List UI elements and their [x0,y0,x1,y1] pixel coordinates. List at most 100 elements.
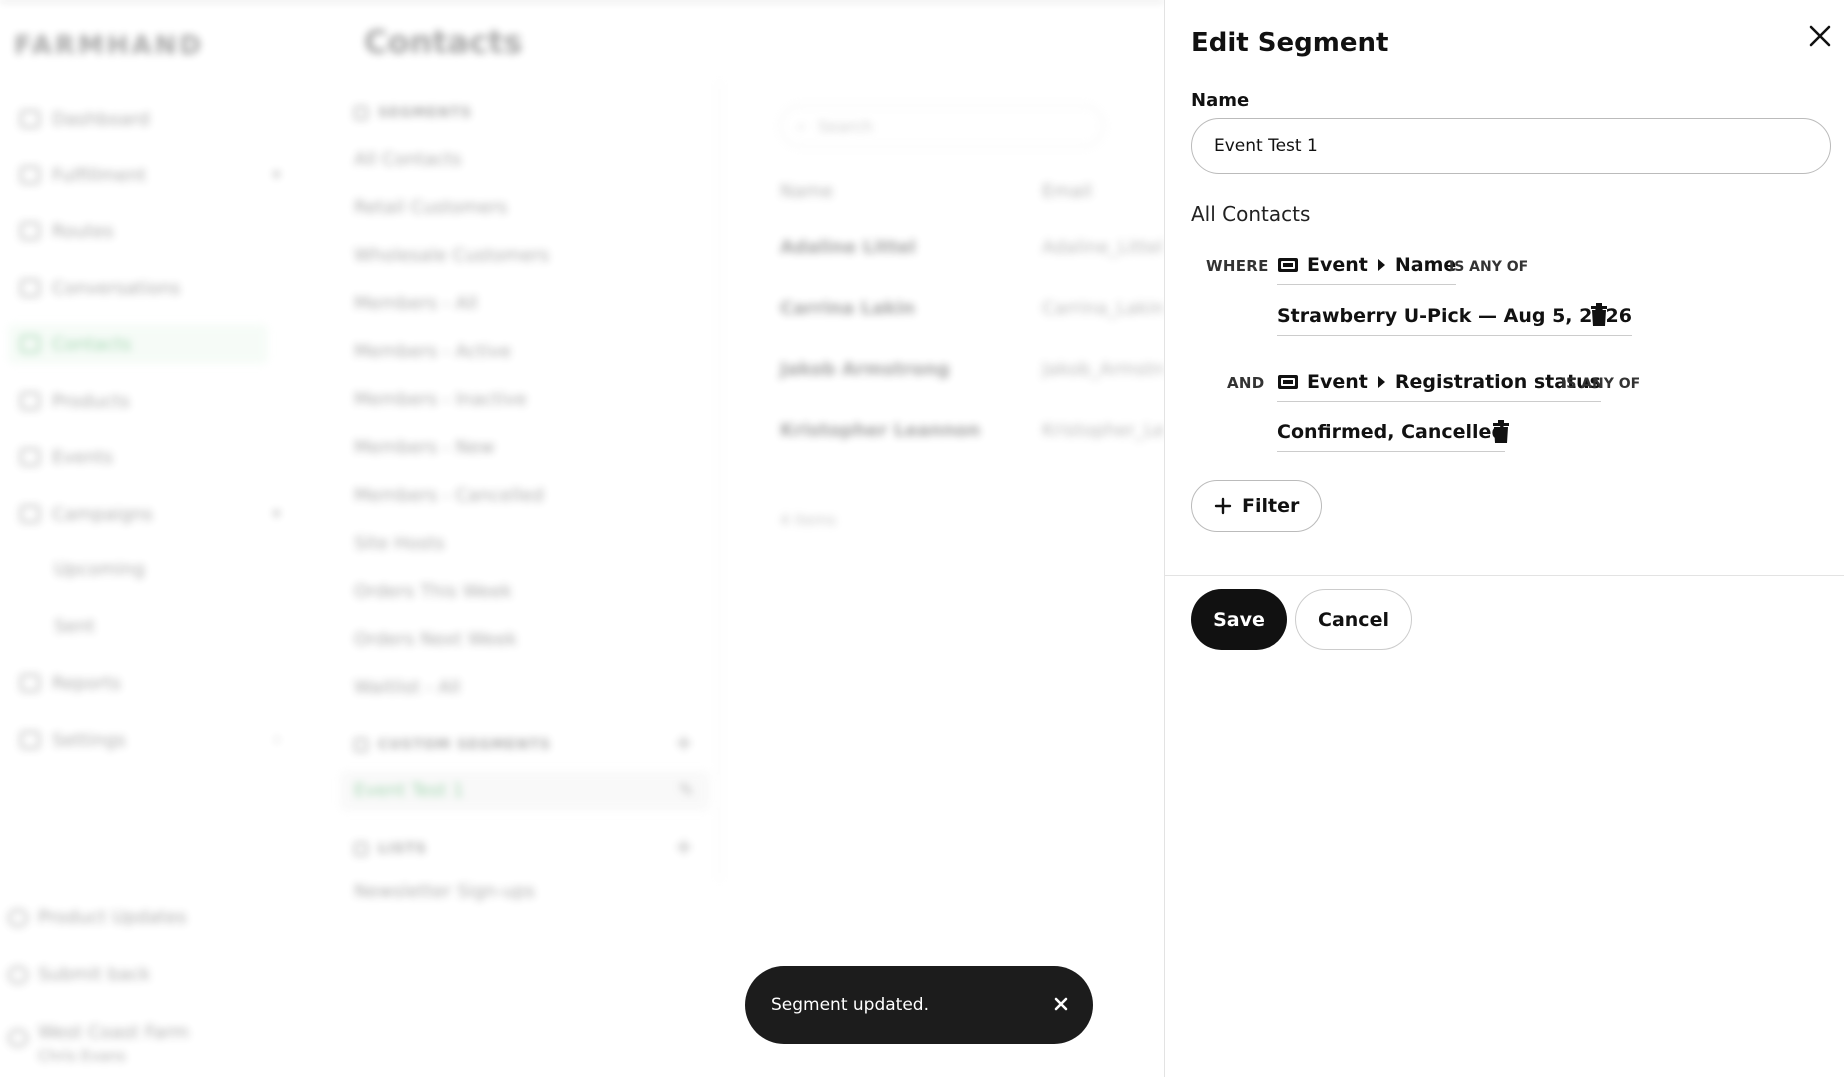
column-header-name[interactable]: Name [780,181,833,202]
chevron-right-icon: › [274,732,280,748]
condition-value-selector[interactable]: Strawberry U-Pick — Aug 5, 2026 [1277,305,1632,336]
add-list-icon[interactable]: + [675,835,693,860]
account-farm-name: West Coast Farm [38,1022,190,1043]
feedback-icon [8,965,28,984]
nav-item-dashboard[interactable]: Dashboard [20,99,280,139]
nav-label: Products [52,390,130,412]
contact-name[interactable]: Kristopher Leannon [780,420,980,441]
segment-item[interactable]: Members - Active [354,341,511,362]
name-label: Name [1191,90,1250,111]
nav-item-fulfillment[interactable]: Fulfillment ▾ [20,155,280,195]
nav-item-reports[interactable]: Reports [20,663,280,703]
nav-label: Dashboard [52,108,150,130]
column-header-email[interactable]: Email [1042,181,1092,202]
panel-title: Edit Segment [1191,28,1389,58]
segment-item[interactable]: Members - All [354,293,478,314]
segment-item[interactable]: Orders Next Week [354,629,517,650]
segment-item[interactable]: Site Hosts [354,533,445,554]
nav-sub-sent[interactable]: Sent [54,616,95,637]
condition-keyword-where: WHERE [1206,257,1269,275]
account-icon [8,1029,28,1047]
segment-item[interactable]: All Contacts [354,149,461,170]
nav-label: Campaigns [52,503,153,525]
list-item[interactable]: Newsletter Sign-ups [354,881,535,902]
reports-icon [20,674,40,692]
toast-message: Segment updated. [771,995,929,1015]
nav-item-conversations[interactable]: Conversations [20,268,280,308]
megaphone-icon [8,908,28,927]
account-user-name: Chris Evans [38,1047,126,1065]
nav-bottom-label: Submit back [38,964,151,985]
segment-item[interactable]: Members - New [354,437,495,458]
list-icon [354,842,368,856]
trash-icon[interactable] [1589,303,1609,327]
nav-item-campaigns[interactable]: Campaigns ▾ [20,494,280,534]
condition-keyword-and: AND [1227,374,1265,392]
contact-email: Carrina_Lakin [1042,298,1164,319]
segments-heading-label: SEGMENTS [378,105,472,121]
contact-email: Kristopher_Leannon [1042,420,1164,441]
close-panel-button[interactable] [1802,18,1838,54]
segment-item[interactable]: Waitlist - All [354,677,460,698]
ticket-icon [1278,258,1298,272]
account-menu[interactable]: West Coast Farm Chris Evans [8,1019,189,1065]
edit-segment-panel: Edit Segment Name All Contacts WHERE Eve… [1164,0,1844,1077]
segment-name-input[interactable] [1191,118,1831,174]
condition-field-selector[interactable]: Event Name [1277,254,1457,285]
submit-feedback-link[interactable]: Submit back [8,964,150,985]
chevron-down-icon: ▾ [272,167,280,183]
custom-segments-heading: CUSTOM SEGMENTS [354,737,551,753]
sidebar: FARMHAND Dashboard Fulfillment ▾ Routes C… [0,1,300,1077]
nav-label: Fulfillment [52,164,147,186]
lists-heading-label: LISTS [378,841,427,857]
nav-item-settings[interactable]: Settings › [20,720,280,760]
segment-item[interactable]: Retail Customers [354,197,507,218]
segment-item[interactable]: Wholesale Customers [354,245,549,266]
segment-item[interactable]: Members - Cancelled [354,485,544,506]
calendar-icon [20,448,40,466]
search-placeholder: Search [817,116,873,136]
nav-sub-upcoming[interactable]: Upcoming [54,559,145,580]
custom-segment-item[interactable]: Event Test 1 ✎ [340,771,710,811]
chart-icon [20,110,40,128]
nav-label: Events [52,446,113,468]
nav-item-routes[interactable]: Routes [20,211,280,251]
close-icon[interactable] [1049,992,1073,1016]
condition-operator[interactable]: IS ANY OF [1449,259,1528,275]
save-button[interactable]: Save [1191,589,1287,650]
chat-icon [20,279,40,297]
add-custom-segment-icon[interactable]: + [675,731,693,756]
nav-label: Conversations [52,277,181,299]
add-filter-button[interactable]: Filter [1191,480,1323,532]
route-icon [20,222,40,240]
lists-heading: LISTS [354,841,427,857]
trash-icon[interactable] [1491,420,1511,444]
cancel-button[interactable]: Cancel [1295,589,1412,650]
segment-item[interactable]: Members - Inactive [354,389,527,410]
condition-field-selector[interactable]: Event Registration status [1277,371,1601,402]
condition-value-selector[interactable]: Confirmed, Cancelled [1277,421,1506,452]
caret-right-icon [1377,376,1385,388]
gear-icon [20,731,40,749]
contact-name[interactable]: Carrina Lakin [780,298,915,319]
condition-field: Name [1394,254,1457,276]
background-app: FARMHAND Dashboard Fulfillment ▾ Routes C… [0,0,1164,1077]
pencil-icon[interactable]: ✎ [679,771,694,811]
custom-segments-heading-label: CUSTOM SEGMENTS [378,737,551,753]
condition-operator[interactable]: IS ANY OF [1561,376,1640,392]
contacts-search-input[interactable]: ⌕ Search [780,105,1104,147]
condition-entity: Event [1307,371,1368,393]
campaign-icon [20,505,40,523]
nav-item-products[interactable]: Products [20,381,280,421]
nav-item-events[interactable]: Events [20,437,280,477]
user-icon [20,335,40,353]
segments-panel: SEGMENTS All Contacts Retail Customers W… [330,81,720,902]
nav-item-contacts[interactable]: Contacts [8,324,268,364]
product-updates-link[interactable]: Product Updates [8,907,187,928]
contact-name[interactable]: Adaline Littel [780,237,916,258]
segment-icon [354,106,368,120]
ticket-icon [1278,375,1298,389]
segment-item[interactable]: Orders This Week [354,581,512,602]
contact-name[interactable]: Jakob Armstrong [780,359,950,380]
filter-button-label: Filter [1242,495,1300,517]
